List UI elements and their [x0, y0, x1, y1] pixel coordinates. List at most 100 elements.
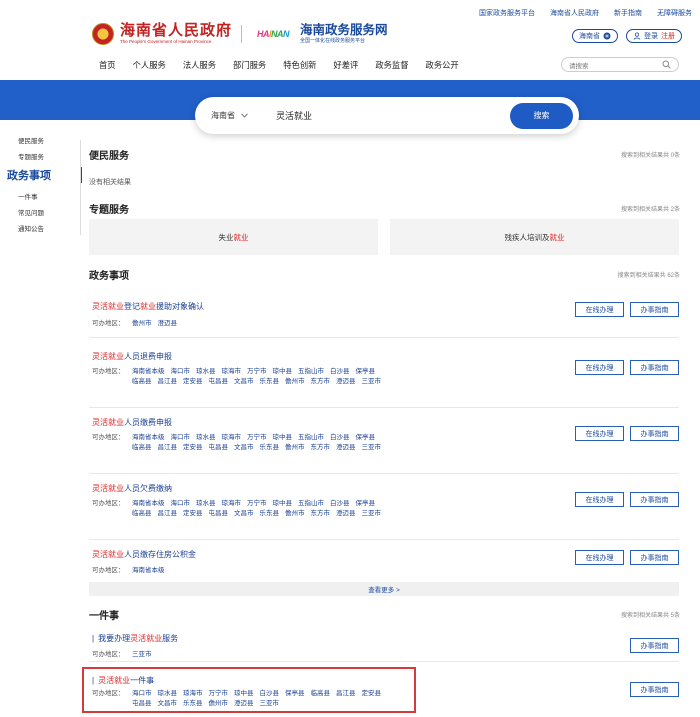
area-link[interactable]: 澄迈县 — [234, 699, 254, 709]
matter-title[interactable]: 灵活就业登记就业援助对象确认 — [92, 301, 204, 312]
area-link[interactable]: 三亚市 — [260, 699, 280, 709]
view-more-button[interactable]: 查看更多 > — [89, 582, 679, 596]
area-link[interactable]: 万宁市 — [247, 367, 267, 377]
guide-button[interactable]: 办事指南 — [630, 682, 679, 697]
area-link[interactable]: 文昌市 — [234, 377, 254, 387]
area-link[interactable]: 琼海市 — [222, 367, 242, 377]
main-search-input[interactable]: 灵活就业 — [276, 109, 510, 122]
matter-title[interactable]: 灵活就业人员缴费申报 — [92, 417, 172, 428]
sidebar-item-faq[interactable]: 常见问题 — [0, 207, 82, 217]
nav-innovation[interactable]: 特色创新 — [283, 59, 316, 71]
area-link[interactable]: 昌江县 — [158, 509, 178, 519]
area-link[interactable]: 保亭县 — [356, 367, 376, 377]
area-link[interactable]: 保亭县 — [356, 433, 376, 443]
area-link[interactable]: 临高县 — [132, 443, 152, 453]
area-link[interactable]: 儋州市 — [285, 509, 305, 519]
area-link[interactable]: 文昌市 — [234, 443, 254, 453]
area-link[interactable]: 儋州市 — [285, 377, 305, 387]
area-link[interactable]: 文昌市 — [234, 509, 254, 519]
area-link[interactable]: 乐东县 — [260, 509, 280, 519]
area-link[interactable]: 澄迈县 — [158, 319, 178, 329]
header-search-input[interactable]: 请搜索 — [561, 57, 679, 72]
area-link[interactable]: 万宁市 — [209, 689, 229, 699]
search-button[interactable]: 搜索 — [510, 102, 573, 129]
area-link[interactable]: 儋州市 — [132, 319, 152, 329]
link-national-platform[interactable]: 国家政务服务平台 — [479, 8, 535, 18]
area-link[interactable]: 屯昌县 — [209, 509, 229, 519]
area-link[interactable]: 白沙县 — [330, 499, 350, 509]
area-link[interactable]: 三亚市 — [362, 509, 382, 519]
area-link[interactable]: 澄迈县 — [336, 377, 356, 387]
area-link[interactable]: 昌江县 — [158, 377, 178, 387]
area-link[interactable]: 澄迈县 — [336, 443, 356, 453]
matter-title[interactable]: 灵活就业人员欠费缴纳 — [92, 483, 172, 494]
guide-button[interactable]: 办事指南 — [630, 426, 679, 441]
area-link[interactable]: 琼海市 — [183, 689, 203, 699]
sidebar-item-zhuanti[interactable]: 专题服务 — [0, 151, 82, 161]
online-handle-button[interactable]: 在线办理 — [575, 550, 624, 565]
guide-button[interactable]: 办事指南 — [630, 360, 679, 375]
site-logo[interactable]: 海南省人民政府 The People's Government of Haina… — [92, 22, 388, 46]
region-switch-button[interactable]: 海南省 — [572, 29, 618, 43]
area-link[interactable]: 保亭县 — [285, 689, 305, 699]
area-link[interactable]: 东方市 — [311, 443, 331, 453]
area-link[interactable]: 海南省本级 — [132, 433, 165, 443]
area-link[interactable]: 文昌市 — [158, 699, 178, 709]
area-link[interactable]: 琼中县 — [273, 367, 293, 377]
guide-button[interactable]: 办事指南 — [630, 550, 679, 565]
area-link[interactable]: 乐东县 — [260, 377, 280, 387]
area-link[interactable]: 临高县 — [132, 509, 152, 519]
search-icon[interactable] — [662, 60, 671, 69]
nav-personal[interactable]: 个人服务 — [133, 59, 166, 71]
area-link[interactable]: 海口市 — [171, 367, 191, 377]
area-link[interactable]: 海南省本级 — [132, 566, 165, 576]
online-handle-button[interactable]: 在线办理 — [575, 360, 624, 375]
area-link[interactable]: 白沙县 — [330, 433, 350, 443]
link-provincial-gov[interactable]: 海南省人民政府 — [550, 8, 599, 18]
area-link[interactable]: 琼水县 — [196, 499, 216, 509]
area-link[interactable]: 琼水县 — [196, 367, 216, 377]
online-handle-button[interactable]: 在线办理 — [575, 492, 624, 507]
sidebar-item-bianmin[interactable]: 便民服务 — [0, 135, 82, 145]
link-guide[interactable]: 新手指南 — [614, 8, 642, 18]
register-link[interactable]: 注册 — [661, 31, 675, 41]
online-handle-button[interactable]: 在线办理 — [575, 426, 624, 441]
area-link[interactable]: 琼水县 — [196, 433, 216, 443]
area-link[interactable]: 乐东县 — [260, 443, 280, 453]
sidebar-item-yijianshi[interactable]: 一件事 — [0, 191, 82, 201]
matter-title[interactable]: 灵活就业人员缴存住房公积金 — [92, 549, 196, 560]
area-link[interactable]: 白沙县 — [260, 689, 280, 699]
thing-title[interactable]: | 灵活就业一件事 — [92, 675, 154, 686]
topic-card-disabled-training[interactable]: 残疾人培训及 就业 — [390, 219, 679, 255]
nav-department[interactable]: 部门服务 — [233, 59, 266, 71]
nav-home[interactable]: 首页 — [99, 59, 116, 71]
area-link[interactable]: 定安县 — [183, 509, 203, 519]
area-link[interactable]: 乐东县 — [183, 699, 203, 709]
area-link[interactable]: 东方市 — [311, 509, 331, 519]
area-link[interactable]: 定安县 — [362, 689, 382, 699]
matter-title[interactable]: 灵活就业人员退费申报 — [92, 351, 172, 362]
area-link[interactable]: 海口市 — [171, 433, 191, 443]
area-link[interactable]: 儋州市 — [209, 699, 229, 709]
area-link[interactable]: 定安县 — [183, 443, 203, 453]
area-link[interactable]: 万宁市 — [247, 499, 267, 509]
login-register-button[interactable]: 登录 注册 — [626, 29, 682, 43]
area-link[interactable]: 五指山市 — [298, 433, 324, 443]
nav-publicity[interactable]: 政务公开 — [426, 59, 459, 71]
area-link[interactable]: 三亚市 — [362, 377, 382, 387]
area-link[interactable]: 海南省本级 — [132, 499, 165, 509]
nav-evaluation[interactable]: 好差评 — [333, 59, 358, 71]
area-link[interactable]: 儋州市 — [285, 443, 305, 453]
area-link[interactable]: 琼中县 — [273, 499, 293, 509]
online-handle-button[interactable]: 在线办理 — [575, 302, 624, 317]
area-link[interactable]: 临高县 — [132, 377, 152, 387]
sidebar-item-zhengwu[interactable]: 政务事项 — [0, 167, 82, 183]
area-link[interactable]: 定安县 — [183, 377, 203, 387]
area-link[interactable]: 琼水县 — [158, 689, 178, 699]
area-link[interactable]: 昌江县 — [158, 443, 178, 453]
area-link[interactable]: 海南省本级 — [132, 367, 165, 377]
area-link[interactable]: 澄迈县 — [336, 509, 356, 519]
area-link[interactable]: 昌江县 — [336, 689, 356, 699]
sidebar-item-notice[interactable]: 通知公告 — [0, 223, 82, 233]
area-link[interactable]: 琼海市 — [222, 499, 242, 509]
